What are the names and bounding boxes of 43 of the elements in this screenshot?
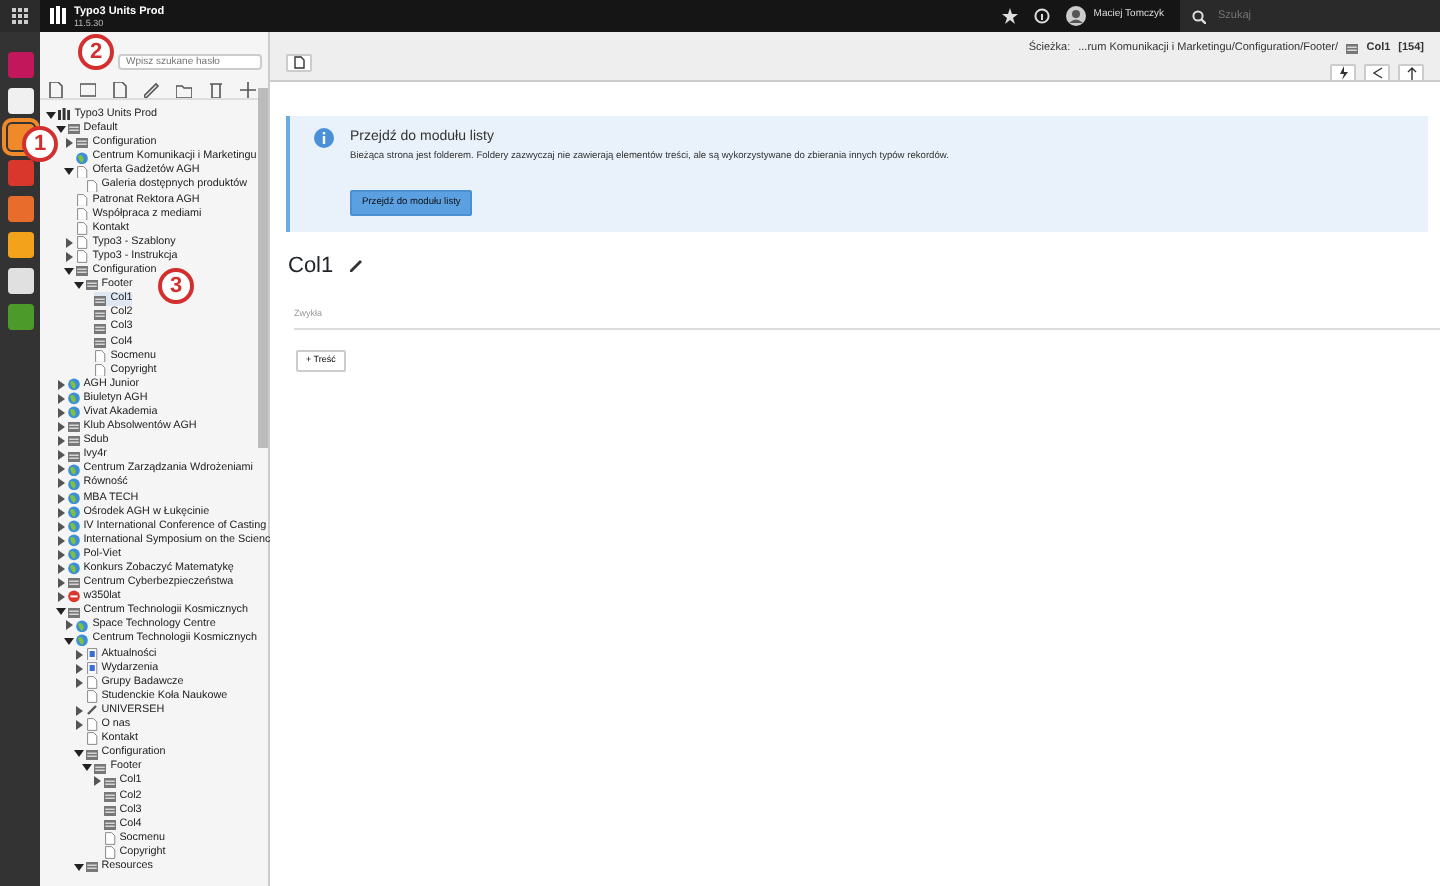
page-icon[interactable] [112,81,128,97]
info-icon[interactable] [1033,8,1050,24]
toolbar-button[interactable] [1330,64,1356,83]
search-icon[interactable] [1192,9,1206,23]
collapsed-caret-icon[interactable] [64,138,74,149]
module-icon[interactable] [7,268,33,294]
share-icon [1371,66,1383,81]
module-icon[interactable] [7,88,33,114]
toolbar-button[interactable] [1398,64,1424,83]
trash-icon[interactable] [208,81,224,97]
menu-icon[interactable] [12,8,28,24]
globe-icon [76,151,89,165]
link-icon [85,704,98,718]
expanded-caret-icon[interactable] [64,635,74,646]
new-page-icon[interactable] [48,81,64,97]
restricted-icon [67,590,80,604]
expanded-caret-icon[interactable] [73,862,83,873]
collapsed-caret-icon[interactable] [91,776,101,787]
new-page-icon [293,56,305,70]
scrollbar[interactable] [258,88,268,448]
folder-icon [67,605,80,619]
plus-icon[interactable] [240,81,256,97]
collapsed-caret-icon[interactable] [64,620,74,631]
window-icon[interactable] [80,81,96,97]
new-content-button[interactable] [286,54,312,72]
avatar-icon[interactable] [1065,6,1086,26]
expanded-caret-icon[interactable] [64,166,74,177]
site-root-icon [58,108,71,122]
arrow-up-icon [1405,66,1417,81]
pencil-icon[interactable] [144,81,160,97]
pencil-icon[interactable] [349,258,364,273]
folder-icon [85,860,98,874]
bolt-icon [1337,66,1349,81]
module-icon[interactable] [7,232,33,258]
folder-icon[interactable] [176,81,192,97]
info-icon [314,128,334,148]
folder-icon [67,576,80,590]
toolbar-button[interactable] [1364,64,1390,83]
logo-icon [50,6,66,26]
folder-icon [1346,41,1359,55]
page-heading: Col1 [288,251,334,282]
expanded-caret-icon[interactable] [55,606,65,617]
star-icon[interactable] [1001,8,1018,24]
